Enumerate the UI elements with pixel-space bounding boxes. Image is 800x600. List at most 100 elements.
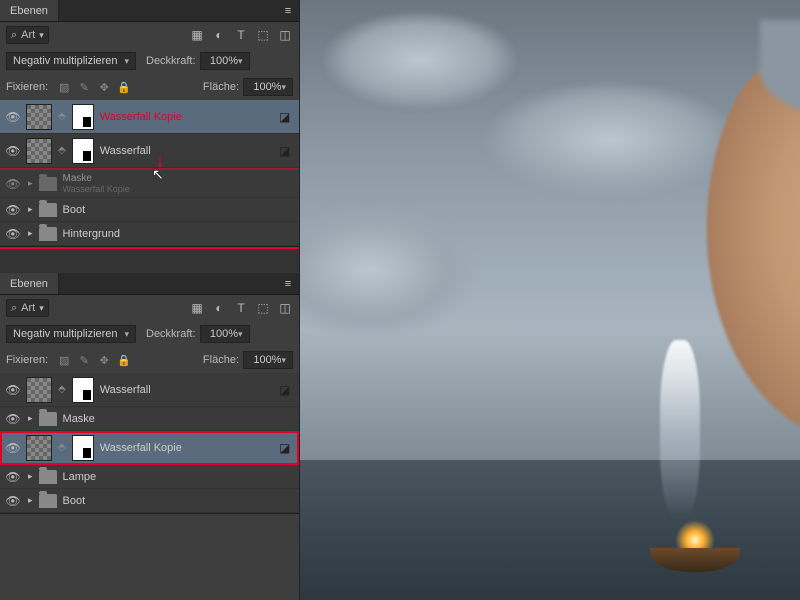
filter-type-select[interactable]: ⌕ Art ▾	[6, 26, 49, 44]
layer-wasserfall-kopie[interactable]: 👁 ⬘ Wasserfall Kopie ◪	[0, 431, 299, 465]
layer-name: Maske	[63, 173, 130, 184]
panel-menu-button[interactable]: ≡	[277, 0, 299, 21]
filter-shape-icon[interactable]: ⬚	[255, 300, 271, 316]
visibility-toggle[interactable]: 👁	[6, 441, 20, 455]
lock-buttons: ▨ ✎ ✥ 🔒	[56, 352, 132, 368]
layer-mask-thumbnail[interactable]	[72, 104, 94, 130]
lock-transparency-icon[interactable]: ▨	[56, 79, 72, 95]
visibility-toggle[interactable]: 👁	[6, 412, 20, 426]
layers-panel-column: Ebenen ≡ ⌕ Art ▾ ▦ ◐ T ⬚ ◫ Ne	[0, 0, 300, 600]
smart-filter-icon[interactable]: ◪	[279, 383, 293, 397]
layer-list-top: 👁 ⬘ Wasserfall Kopie ◪ 👁 ⬘ Wasserfall ◪	[0, 100, 299, 246]
group-lampe[interactable]: 👁 ▸ Lampe	[0, 465, 299, 489]
layer-name[interactable]: Lampe	[63, 471, 293, 483]
canvas-preview	[300, 0, 800, 600]
smart-filter-icon[interactable]: ◪	[279, 110, 293, 124]
disclosure-icon[interactable]: ▸	[28, 413, 33, 424]
chevron-down-icon: ▾	[39, 30, 44, 41]
layer-thumbnail[interactable]	[26, 435, 52, 461]
waterfall-left	[660, 340, 700, 520]
layer-name[interactable]: Maske	[63, 413, 293, 425]
disclosure-icon[interactable]: ▸	[28, 471, 33, 482]
link-icon: ⬘	[58, 384, 66, 395]
disclosure-icon[interactable]: ▸	[28, 204, 33, 215]
filter-smart-icon[interactable]: ◫	[277, 27, 293, 43]
layer-mask-thumbnail[interactable]	[72, 377, 94, 403]
panel-tab-bar: Ebenen ≡	[0, 0, 299, 22]
filter-image-icon[interactable]: ▦	[189, 27, 205, 43]
smart-filter-icon[interactable]: ◪	[279, 441, 293, 455]
group-hintergrund[interactable]: 👁 ▸ Hintergrund	[0, 222, 299, 246]
layers-panel-top: Ebenen ≡ ⌕ Art ▾ ▦ ◐ T ⬚ ◫ Ne	[0, 0, 299, 247]
visibility-toggle[interactable]: 👁	[6, 110, 20, 124]
visibility-toggle[interactable]: 👁	[6, 203, 20, 217]
layer-name[interactable]: Wasserfall	[100, 145, 273, 157]
disclosure-icon[interactable]: ▸	[28, 228, 33, 239]
fill-label: Fläche:	[203, 81, 239, 93]
visibility-toggle[interactable]: 👁	[6, 470, 20, 484]
tab-layers[interactable]: Ebenen	[0, 0, 59, 21]
layer-name[interactable]: Hintergrund	[63, 228, 293, 240]
filter-icons: ▦ ◐ T ⬚ ◫	[189, 300, 293, 316]
filter-image-icon[interactable]: ▦	[189, 300, 205, 316]
lock-all-icon[interactable]: 🔒	[116, 79, 132, 95]
sea	[300, 460, 800, 600]
folder-icon	[39, 494, 57, 508]
filter-shape-icon[interactable]: ⬚	[255, 27, 271, 43]
visibility-toggle[interactable]: 👁	[6, 383, 20, 397]
link-icon: ⬘	[58, 442, 66, 453]
lock-position-icon[interactable]: ✥	[96, 79, 112, 95]
blend-row: Negativ multiplizieren ▾ Deckkraft: 100%…	[0, 321, 299, 347]
disclosure-icon[interactable]: ▸	[28, 495, 33, 506]
menu-icon: ≡	[285, 278, 291, 290]
group-boot[interactable]: 👁 ▸ Boot	[0, 198, 299, 222]
fill-value[interactable]: 100%▾	[243, 351, 293, 369]
layer-mask-thumbnail[interactable]	[72, 138, 94, 164]
panel-menu-button[interactable]: ≡	[277, 273, 299, 294]
visibility-toggle[interactable]: 👁	[6, 227, 20, 241]
filter-row: ⌕ Art ▾ ▦ ◐ T ⬚ ◫	[0, 295, 299, 321]
menu-icon: ≡	[285, 5, 291, 17]
visibility-toggle[interactable]: 👁	[6, 494, 20, 508]
tab-layers[interactable]: Ebenen	[0, 273, 59, 294]
chevron-down-icon: ▾	[281, 82, 286, 93]
layer-mask-thumbnail[interactable]	[72, 435, 94, 461]
layer-name[interactable]: Boot	[63, 204, 293, 216]
lock-all-icon[interactable]: 🔒	[116, 352, 132, 368]
filter-type-icon[interactable]: T	[233, 27, 249, 43]
filter-label: Art	[21, 302, 35, 314]
filter-fx-icon[interactable]: ◐	[211, 300, 227, 316]
layer-wasserfall[interactable]: 👁 ⬘ Wasserfall ◪	[0, 373, 299, 407]
filter-type-select[interactable]: ⌕ Art ▾	[6, 299, 49, 317]
opacity-value[interactable]: 100%▾	[200, 52, 250, 70]
fill-value[interactable]: 100%▾	[243, 78, 293, 96]
layer-wasserfall[interactable]: 👁 ⬘ Wasserfall ◪	[0, 134, 299, 168]
lock-label: Fixieren:	[6, 81, 48, 93]
disclosure-icon: ▸	[28, 178, 33, 189]
layer-thumbnail[interactable]	[26, 104, 52, 130]
blend-mode-select[interactable]: Negativ multiplizieren ▾	[6, 52, 136, 70]
opacity-value[interactable]: 100%▾	[200, 325, 250, 343]
group-boot[interactable]: 👁 ▸ Boot	[0, 489, 299, 513]
layer-drag-ghost: 👁 ▸ Maske Wasserfall Kopie	[0, 168, 299, 198]
filter-type-icon[interactable]: T	[233, 300, 249, 316]
layer-name[interactable]: Wasserfall Kopie	[100, 111, 273, 123]
chevron-down-icon: ▾	[124, 329, 129, 340]
layer-name[interactable]: Wasserfall	[100, 384, 273, 396]
blend-mode-select[interactable]: Negativ multiplizieren ▾	[6, 325, 136, 343]
fill-label: Fläche:	[203, 354, 239, 366]
lock-pixels-icon[interactable]: ✎	[76, 79, 92, 95]
lock-pixels-icon[interactable]: ✎	[76, 352, 92, 368]
layer-name[interactable]: Wasserfall Kopie	[100, 442, 273, 454]
layer-thumbnail[interactable]	[26, 377, 52, 403]
layer-wasserfall-kopie[interactable]: 👁 ⬘ Wasserfall Kopie ◪	[0, 100, 299, 134]
filter-fx-icon[interactable]: ◐	[211, 27, 227, 43]
layer-thumbnail[interactable]	[26, 138, 52, 164]
lock-position-icon[interactable]: ✥	[96, 352, 112, 368]
filter-smart-icon[interactable]: ◫	[277, 300, 293, 316]
group-maske[interactable]: 👁 ▸ Maske	[0, 407, 299, 431]
layer-name[interactable]: Boot	[63, 495, 293, 507]
lock-transparency-icon[interactable]: ▨	[56, 352, 72, 368]
smart-filter-icon[interactable]: ◪	[279, 144, 293, 158]
visibility-toggle[interactable]: 👁	[6, 144, 20, 158]
